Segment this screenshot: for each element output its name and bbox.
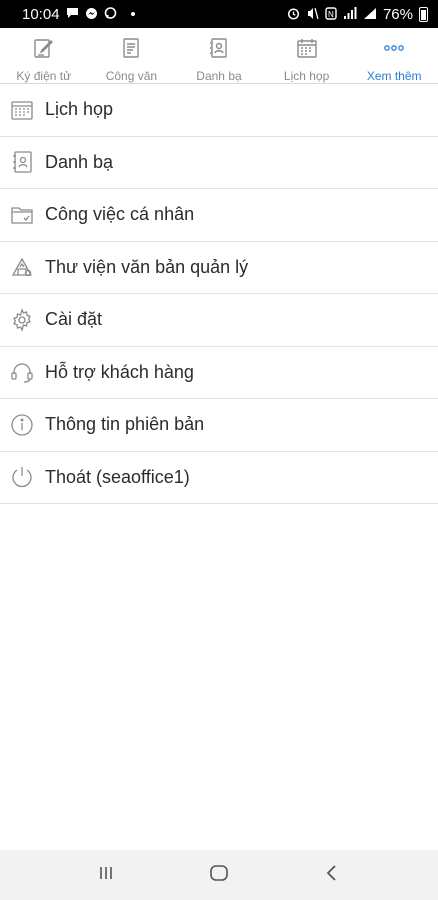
power-icon (10, 465, 34, 489)
status-left: 10:04 (22, 6, 135, 23)
more-dots-icon (382, 36, 406, 65)
calendar-icon (295, 36, 319, 65)
tab-label: Danh bạ (196, 69, 242, 83)
menu-item-label: Cài đặt (45, 309, 103, 330)
home-button[interactable] (199, 855, 239, 895)
menu-item-label: Thông tin phiên bản (45, 414, 205, 435)
more-menu-list: Lịch họp Danh bạ Công việc cá nhân Thư v… (0, 84, 438, 504)
battery-icon (419, 6, 428, 22)
tab-ky-dien-tu[interactable]: Ký điện tử (0, 28, 88, 83)
nfc-icon: N (325, 6, 337, 22)
document-icon (119, 36, 143, 65)
home-icon (208, 862, 230, 889)
menu-item-label: Công việc cá nhân (45, 204, 195, 225)
signal-icon (363, 7, 377, 22)
menu-item-cai-dat[interactable]: Cài đặt (0, 294, 438, 347)
svg-text:N: N (328, 10, 334, 19)
tab-danh-ba[interactable]: Danh bạ (175, 28, 263, 83)
contacts-icon (10, 150, 34, 174)
menu-item-thu-vien[interactable]: Thư viện văn bản quản lý (0, 242, 438, 294)
messenger-icon (85, 7, 98, 22)
status-time: 10:04 (22, 5, 60, 23)
menu-item-label: Hỗ trợ khách hàng (45, 361, 194, 382)
tab-label: Xem thêm (366, 69, 422, 83)
menu-item-label: Danh bạ (45, 151, 114, 172)
folder-icon (10, 203, 34, 227)
tab-xem-them[interactable]: Xem thêm (350, 28, 438, 83)
back-button[interactable] (312, 855, 352, 895)
chat-icon (104, 6, 117, 22)
message-icon (66, 7, 79, 21)
wifi-icon (343, 6, 357, 22)
notification-dot (130, 12, 135, 16)
alarm-icon (287, 7, 300, 22)
menu-item-label: Thoát (seaoffice1) (45, 466, 190, 487)
menu-item-ho-tro[interactable]: Hỗ trợ khách hàng (0, 347, 438, 399)
library-icon (10, 255, 34, 279)
recent-apps-button[interactable] (86, 855, 126, 895)
menu-item-label: Thư viện văn bản quản lý (45, 256, 249, 277)
status-right: N 76% (287, 6, 428, 23)
pen-sign-icon (32, 36, 56, 65)
back-icon (321, 862, 343, 889)
tab-label: Lịch họp (283, 69, 330, 83)
status-bar: 10:04 N 76% (0, 0, 438, 28)
system-nav-bar (0, 850, 438, 900)
menu-item-danh-ba[interactable]: Danh bạ (0, 137, 438, 189)
contacts-icon (207, 36, 231, 65)
calendar-icon (10, 98, 34, 122)
app-screen: 10:04 N 76% Ký điện tử Công văn Danh bạ … (0, 0, 438, 900)
headset-icon (10, 360, 34, 384)
menu-item-label: Lịch họp (45, 99, 114, 120)
tab-cong-van[interactable]: Công văn (88, 28, 176, 83)
menu-item-cong-viec-ca-nhan[interactable]: Công việc cá nhân (0, 189, 438, 242)
tab-label: Công văn (105, 69, 158, 83)
tab-label: Ký điện tử (16, 69, 72, 83)
gear-icon (10, 307, 34, 332)
tab-lich-hop[interactable]: Lịch họp (263, 28, 351, 83)
mute-icon (306, 7, 319, 22)
menu-item-thoat[interactable]: Thoát (seaoffice1) (0, 452, 438, 504)
top-tab-bar: Ký điện tử Công văn Danh bạ Lịch họp Xem… (0, 28, 438, 84)
recent-apps-icon (95, 862, 117, 889)
menu-item-lich-hop[interactable]: Lịch họp (0, 84, 438, 137)
menu-item-thong-tin[interactable]: Thông tin phiên bản (0, 399, 438, 452)
battery-percent: 76% (382, 5, 413, 23)
info-icon (10, 413, 34, 437)
